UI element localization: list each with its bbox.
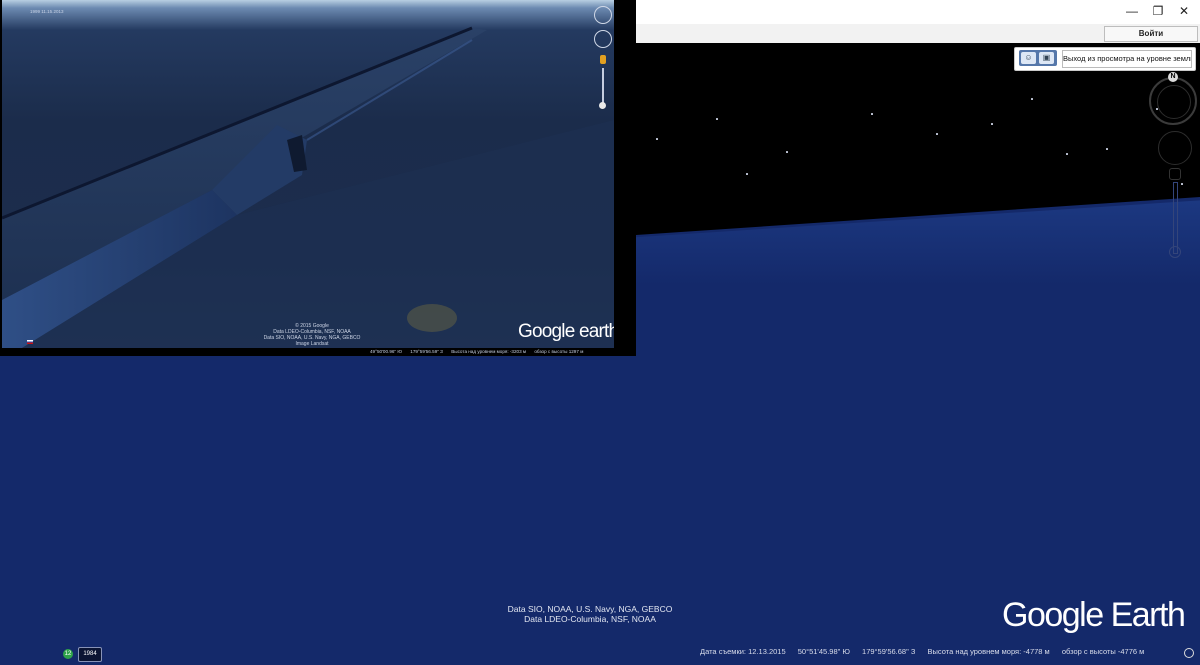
- taskbar-badge[interactable]: 12: [63, 649, 73, 659]
- inset-eye-altitude: обзор с высоты 1297 м: [534, 349, 584, 354]
- inset-zoom-knob[interactable]: [599, 102, 606, 109]
- longitude: 179°59'56.68" З: [862, 647, 916, 656]
- inset-border: [614, 0, 636, 356]
- inset-google-earth-logo: Google earth: [518, 321, 619, 342]
- attribution-line: Image Landsat: [295, 341, 329, 347]
- taskbar-badge[interactable]: 1984: [78, 647, 102, 662]
- inset-latitude: 49°50'00.96" Ю: [370, 349, 402, 354]
- inset-elevation: Высота над уровнем моря: -3203 м: [451, 349, 527, 354]
- minimize-button[interactable]: —: [1122, 2, 1142, 20]
- flag-icon: [27, 340, 33, 344]
- ground-view-panel: ☺ ▣ Выход из просмотра на уровне земли: [1014, 47, 1196, 71]
- view-mode-icons: ☺ ▣: [1019, 50, 1057, 66]
- inset-date: 1999 11.15.2013: [30, 9, 64, 14]
- move-joystick[interactable]: [1158, 131, 1192, 165]
- imagery-date: Дата съемки: 12.13.2015: [700, 647, 786, 656]
- underwater-view: 1999 11.15.2013 © 2015 Google Data LDEO-…: [2, 0, 619, 348]
- zoom-out-button[interactable]: [1169, 246, 1181, 258]
- inset-screenshot: 1999 11.15.2013 © 2015 Google Data LDEO-…: [0, 0, 636, 356]
- attribution-line: Data SIO, NOAA, U.S. Navy, NGA, GEBCO: [507, 604, 673, 614]
- latitude: 50°51'45.98" Ю: [797, 647, 850, 656]
- pegman-icon[interactable]: [600, 55, 606, 64]
- status-bar: Дата съемки: 12.13.2015 50°51'45.98" Ю 1…: [700, 647, 1180, 661]
- look-joystick[interactable]: [1157, 85, 1191, 119]
- streaming-icon: [1184, 648, 1194, 658]
- person-icon[interactable]: ☺: [1021, 52, 1036, 64]
- eye-altitude: обзор с высоты -4776 м: [1061, 647, 1145, 656]
- inset-attribution: © 2015 Google Data LDEO-Columbia, NSF, N…: [242, 323, 382, 347]
- restore-button[interactable]: ❐: [1148, 2, 1168, 20]
- google-earth-logo: Google Earth: [1002, 596, 1186, 634]
- seafloor-ridge: [2, 26, 614, 348]
- compass-ring[interactable]: [1149, 77, 1197, 125]
- elevation: Высота над уровнем моря: -4778 м: [927, 647, 1050, 656]
- inset-compass[interactable]: [594, 6, 612, 24]
- inset-status-bar: 49°50'00.96" Ю 179°59'56.59" З Высота на…: [370, 349, 590, 354]
- signin-button[interactable]: Войти: [1104, 26, 1198, 42]
- north-indicator[interactable]: N: [1168, 72, 1178, 82]
- attribution-line: Data LDEO-Columbia, NSF, NOAA: [524, 614, 656, 624]
- toolbar: Войти: [636, 24, 1200, 44]
- window-titlebar: — ❐ ✕: [636, 0, 1200, 24]
- zoom-slider[interactable]: [1169, 168, 1181, 260]
- inset-look-control[interactable]: [594, 30, 612, 48]
- close-button[interactable]: ✕: [1174, 2, 1194, 20]
- inset-longitude: 179°59'56.59" З: [410, 349, 443, 354]
- inset-zoom-slider[interactable]: [602, 68, 604, 106]
- zoom-track[interactable]: [1173, 182, 1178, 254]
- data-attribution: Data SIO, NOAA, U.S. Navy, NGA, GEBCO Da…: [480, 604, 700, 624]
- zoom-in-button[interactable]: [1169, 168, 1181, 180]
- cube-icon[interactable]: ▣: [1039, 52, 1054, 64]
- exit-ground-view-button[interactable]: Выход из просмотра на уровне земли: [1062, 50, 1192, 68]
- inset-nav-controls[interactable]: [594, 6, 614, 109]
